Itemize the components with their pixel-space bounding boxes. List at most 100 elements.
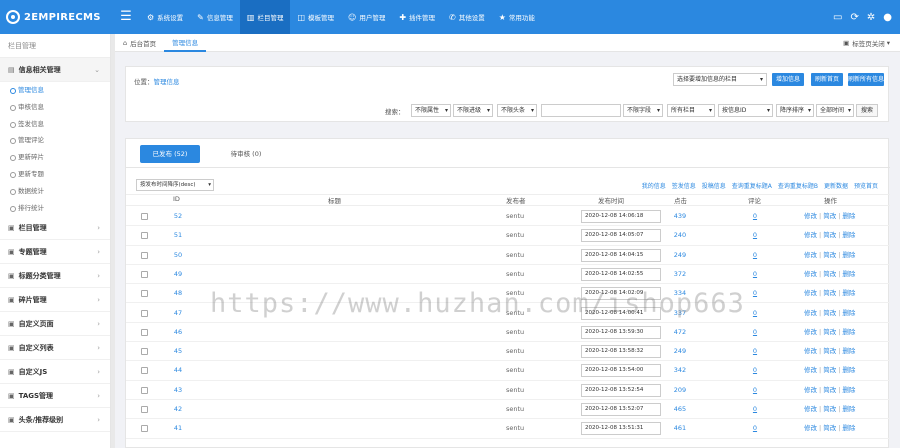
row-op-2[interactable]: 删除	[842, 366, 855, 374]
row-op-1[interactable]: 简改	[823, 309, 836, 317]
row-op-1[interactable]: 简改	[823, 212, 836, 220]
add-info-button[interactable]: 增加信息	[772, 73, 804, 86]
row-op-2[interactable]: 删除	[842, 309, 855, 317]
sidebar-subitem-4[interactable]: 更新碎片	[0, 149, 110, 166]
row-id[interactable]: 52	[170, 207, 186, 226]
row-hits[interactable]: 372	[672, 265, 688, 284]
sidebar-group-8[interactable]: ▣ 头条/推荐级别 ›	[0, 408, 110, 433]
row-op-1[interactable]: 简改	[823, 231, 836, 239]
row-time-input[interactable]: 2020-12-08 14:02:09	[581, 287, 661, 301]
row-op-2[interactable]: 删除	[842, 386, 855, 394]
settings-icon[interactable]: ✲	[867, 12, 875, 23]
row-comments[interactable]: 0	[750, 284, 760, 303]
refresh-all-button[interactable]: 刷新所有信息页	[848, 73, 884, 96]
row-op-1[interactable]: 简改	[823, 251, 836, 259]
row-comments[interactable]: 0	[750, 246, 760, 265]
tab-pending[interactable]: 待审核 (0)	[206, 145, 286, 163]
topnav-item-1[interactable]: ✎ 信息管理	[190, 0, 240, 34]
row-time-input[interactable]: 2020-12-08 13:52:54	[581, 383, 661, 397]
tab-current[interactable]: 管理信息	[164, 34, 207, 52]
row-checkbox[interactable]	[141, 290, 148, 298]
row-op-1[interactable]: 简改	[823, 289, 836, 297]
row-comments[interactable]: 0	[750, 226, 760, 245]
row-id[interactable]: 48	[170, 284, 186, 303]
menu-toggle-icon[interactable]: ☰	[118, 9, 134, 25]
sidebar-subitem-7[interactable]: 排行统计	[0, 200, 110, 217]
breadcrumb-link[interactable]: 管理信息	[154, 78, 180, 86]
row-checkbox[interactable]	[141, 348, 148, 356]
row-id[interactable]: 43	[170, 381, 186, 400]
topnav-item-2[interactable]: ▥ 栏目管理	[239, 0, 291, 34]
search-filter-level[interactable]: 不限进级	[453, 104, 493, 117]
row-op-1[interactable]: 简改	[823, 270, 836, 278]
row-checkbox[interactable]	[141, 251, 148, 259]
app-logo[interactable]: 2EMPIRECMS	[0, 0, 111, 34]
row-op-2[interactable]: 删除	[842, 328, 855, 336]
row-op-1[interactable]: 简改	[823, 347, 836, 355]
row-checkbox[interactable]	[141, 328, 148, 336]
quick-link-5[interactable]: 更新数据	[824, 181, 848, 190]
row-id[interactable]: 50	[170, 246, 186, 265]
row-hits[interactable]: 342	[672, 361, 688, 380]
row-op-0[interactable]: 修改	[804, 231, 817, 239]
row-time-input[interactable]: 2020-12-08 13:54:00	[581, 364, 661, 378]
sidebar-subitem-3[interactable]: 管理评论	[0, 132, 110, 149]
row-op-2[interactable]: 删除	[842, 270, 855, 278]
row-comments[interactable]: 0	[750, 323, 760, 342]
row-checkbox[interactable]	[141, 213, 148, 220]
sidebar-group-2[interactable]: ▣ 标题分类管理 ›	[0, 264, 110, 289]
quick-link-6[interactable]: 预览首页	[854, 181, 878, 190]
row-op-0[interactable]: 修改	[804, 366, 817, 374]
row-op-1[interactable]: 简改	[823, 386, 836, 394]
row-hits[interactable]: 334	[672, 284, 688, 303]
user-icon[interactable]: ●	[883, 12, 892, 23]
row-time-input[interactable]: 2020-12-08 13:52:07	[581, 403, 661, 416]
row-op-2[interactable]: 删除	[842, 231, 855, 239]
row-checkbox[interactable]	[141, 386, 148, 394]
refresh-icon[interactable]: ⟳	[850, 12, 858, 23]
row-checkbox[interactable]	[141, 367, 148, 375]
row-comments[interactable]: 0	[750, 381, 760, 400]
row-hits[interactable]: 472	[672, 323, 688, 342]
row-hits[interactable]: 465	[672, 400, 688, 419]
row-comments[interactable]: 0	[750, 419, 760, 438]
close-tabs-button[interactable]: ▣ 标签页关闭 ▾	[843, 34, 890, 52]
row-time-input[interactable]: 2020-12-08 14:00:41	[581, 306, 661, 320]
row-op-0[interactable]: 修改	[804, 328, 817, 336]
row-id[interactable]: 51	[170, 226, 186, 245]
row-op-0[interactable]: 修改	[804, 289, 817, 297]
topnav-item-0[interactable]: ⚙ 系统设置	[140, 0, 190, 34]
row-hits[interactable]: 439	[672, 207, 688, 226]
row-id[interactable]: 46	[170, 323, 186, 342]
sidebar-group-1[interactable]: ▣ 专题管理 ›	[0, 240, 110, 265]
row-time-input[interactable]: 2020-12-08 13:58:32	[581, 345, 661, 359]
row-op-2[interactable]: 删除	[842, 424, 855, 432]
row-checkbox[interactable]	[141, 232, 148, 240]
monitor-icon[interactable]: ▭	[833, 12, 842, 23]
tab-published[interactable]: 已发布 (52)	[140, 145, 200, 163]
row-time-input[interactable]: 2020-12-08 14:04:15	[581, 248, 661, 262]
row-checkbox[interactable]	[141, 406, 148, 413]
order-select[interactable]: 按发布时间降序(desc)	[136, 179, 214, 191]
row-time-input[interactable]: 2020-12-08 14:02:55	[581, 267, 661, 281]
topnav-item-3[interactable]: ◫ 模板管理	[290, 0, 341, 34]
row-checkbox[interactable]	[141, 270, 148, 278]
topnav-item-5[interactable]: ✚ 插件管理	[392, 0, 442, 34]
row-op-0[interactable]: 修改	[804, 212, 817, 220]
sidebar-subitem-6[interactable]: 数据统计	[0, 183, 110, 200]
row-id[interactable]: 45	[170, 342, 186, 361]
row-op-2[interactable]: 删除	[842, 289, 855, 297]
column-select[interactable]: 选择要增加信息的栏目	[673, 73, 767, 86]
quick-link-0[interactable]: 我的信息	[642, 181, 666, 190]
row-hits[interactable]: 249	[672, 342, 688, 361]
row-op-2[interactable]: 删除	[842, 251, 855, 259]
refresh-home-button[interactable]: 刷新首页	[811, 73, 843, 86]
topnav-item-4[interactable]: ☺ 用户管理	[341, 0, 392, 34]
row-op-2[interactable]: 删除	[842, 347, 855, 355]
sidebar-subitem-1[interactable]: 审核信息	[0, 99, 110, 116]
sidebar-subitem-2[interactable]: 签发信息	[0, 116, 110, 133]
row-time-input[interactable]: 2020-12-08 13:59:30	[581, 325, 661, 339]
search-filter-column[interactable]: 所有栏目	[667, 104, 715, 117]
row-op-2[interactable]: 删除	[842, 405, 855, 413]
row-op-1[interactable]: 简改	[823, 366, 836, 374]
